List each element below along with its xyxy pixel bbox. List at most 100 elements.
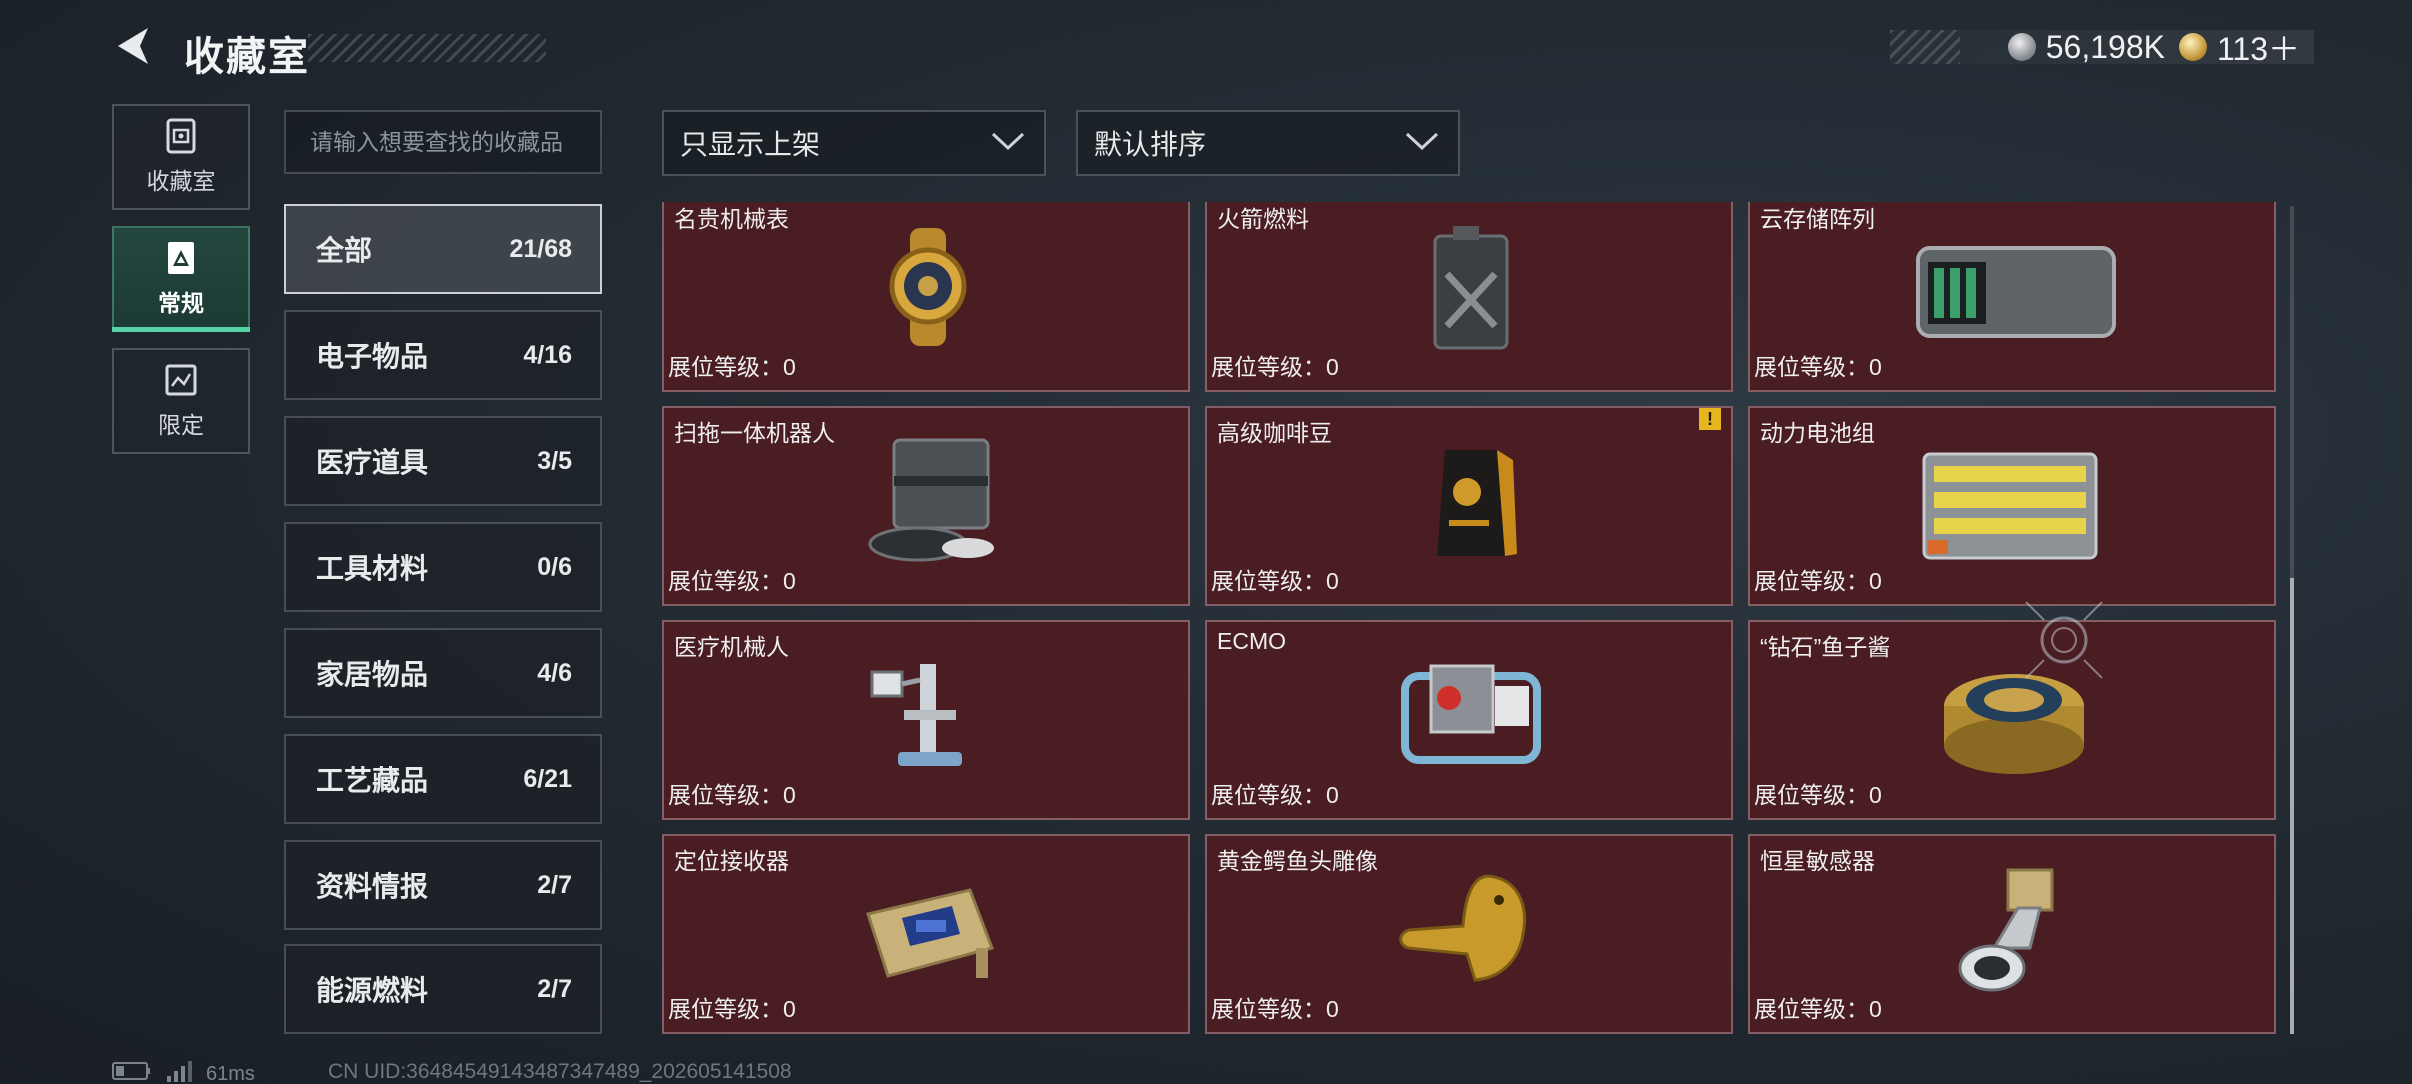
item-card[interactable]: 名贵机械表 展位等级：0 (662, 202, 1190, 392)
battery-pack-icon (1914, 436, 2104, 566)
search-input[interactable] (310, 128, 600, 156)
category-count: 21/68 (509, 234, 572, 263)
chevron-down-icon (1404, 130, 1440, 157)
item-name: 云存储阵列 (1760, 206, 1875, 232)
fuel-canister-icon (1401, 222, 1541, 352)
item-level: 展位等级：0 (1754, 568, 1882, 594)
item-card[interactable]: 黄金鳄鱼头雕像 展位等级：0 (1205, 834, 1733, 1034)
item-card[interactable]: 医疗机械人 展位等级：0 (662, 620, 1190, 820)
item-card[interactable]: 云存储阵列 展位等级：0 (1748, 202, 2276, 392)
item-level: 展位等级：0 (668, 568, 796, 594)
item-card[interactable]: “钻石”鱼子酱 展位等级：0 (1748, 620, 2276, 820)
category-medical[interactable]: 医疗道具 3/5 (284, 416, 602, 506)
category-label: 医疗道具 (316, 447, 429, 478)
availability-filter-value: 只显示上架 (680, 129, 821, 160)
silver-coin-icon (2007, 33, 2036, 61)
collection-card-icon (164, 240, 198, 276)
back-arrow-icon[interactable] (110, 22, 158, 70)
page-title: 收藏室 (184, 35, 310, 79)
search-box[interactable] (284, 110, 602, 174)
item-card[interactable]: 恒星敏感器 展位等级：0 (1748, 834, 2276, 1034)
item-name: 黄金鳄鱼头雕像 (1217, 848, 1378, 874)
crosshair-icon (2016, 592, 2112, 688)
user-uid: CN UID:36484549143487347489_202605141508 (328, 1060, 792, 1083)
category-intel[interactable]: 资料情报 2/7 (284, 840, 602, 930)
robot-vacuum-icon (858, 436, 998, 566)
category-count: 2/7 (537, 870, 572, 899)
item-level: 展位等级：0 (1211, 354, 1339, 380)
ecmo-machine-icon (1391, 650, 1551, 780)
category-label: 家居物品 (316, 659, 429, 690)
item-card[interactable]: ECMO 展位等级：0 (1205, 620, 1733, 820)
item-name: ECMO (1217, 628, 1286, 654)
category-tools[interactable]: 工具材料 0/6 (284, 522, 602, 612)
warning-badge: ! (1699, 408, 1721, 430)
item-card[interactable]: 动力电池组 展位等级：0 (1748, 406, 2276, 606)
item-name: 高级咖啡豆 (1217, 420, 1332, 446)
nav-regular[interactable]: 常规 (112, 226, 250, 332)
display-case-icon (164, 118, 198, 154)
nav-limited[interactable]: 限定 (112, 348, 250, 454)
category-label: 全部 (316, 235, 373, 266)
medical-robot-icon (858, 650, 998, 780)
category-count: 2/7 (537, 974, 572, 1003)
item-level: 展位等级：0 (668, 354, 796, 380)
category-label: 资料情报 (316, 871, 429, 902)
silver-amount: 56,198K (2045, 28, 2165, 65)
category-count: 3/5 (537, 446, 572, 475)
nav-label: 限定 (158, 412, 204, 438)
item-name: 动力电池组 (1760, 420, 1875, 446)
item-card[interactable]: 扫拖一体机器人 展位等级：0 (662, 406, 1190, 606)
coffee-bag-icon (1401, 436, 1541, 566)
item-name: 名贵机械表 (674, 206, 789, 232)
item-name: “钻石”鱼子酱 (1760, 634, 1891, 660)
storage-array-icon (1904, 222, 2124, 352)
item-level: 展位等级：0 (1754, 996, 1882, 1022)
category-electronics[interactable]: 电子物品 4/16 (284, 310, 602, 400)
category-count: 6/21 (523, 764, 572, 793)
category-all[interactable]: 全部 21/68 (284, 204, 602, 294)
signal-icon (166, 1060, 192, 1084)
category-label: 工具材料 (316, 553, 429, 584)
sort-value: 默认排序 (1094, 129, 1207, 160)
battery-icon (112, 1061, 152, 1084)
item-name: 定位接收器 (674, 848, 789, 874)
item-card[interactable]: 高级咖啡豆 ! 展位等级：0 (1205, 406, 1733, 606)
item-level: 展位等级：0 (1754, 782, 1882, 808)
availability-filter-dropdown[interactable]: 只显示上架 (662, 110, 1046, 176)
category-label: 工艺藏品 (316, 765, 429, 796)
item-card[interactable]: 定位接收器 展位等级：0 (662, 834, 1190, 1034)
gold-currency[interactable]: 113＋ (2178, 24, 2300, 70)
gold-crocodile-statue-icon (1391, 864, 1551, 994)
item-name: 恒星敏感器 (1760, 848, 1875, 874)
nav-label: 收藏室 (146, 168, 216, 194)
star-sensor-icon (1944, 864, 2084, 994)
category-crafts[interactable]: 工艺藏品 6/21 (284, 734, 602, 824)
luxury-watch-icon (858, 222, 998, 352)
item-level: 展位等级：0 (1211, 568, 1339, 594)
item-level: 展位等级：0 (1754, 354, 1882, 380)
item-name: 医疗机械人 (674, 634, 789, 660)
category-energy[interactable]: 能源燃料 2/7 (284, 944, 602, 1034)
category-household[interactable]: 家居物品 4/6 (284, 628, 602, 718)
item-level: 展位等级：0 (668, 782, 796, 808)
currency-decoration (1890, 30, 1960, 64)
category-label: 电子物品 (316, 341, 429, 372)
sort-dropdown[interactable]: 默认排序 (1076, 110, 1460, 176)
item-level: 展位等级：0 (668, 996, 796, 1022)
item-level: 展位等级：0 (1211, 996, 1339, 1022)
device-status: 61ms (112, 1060, 255, 1084)
limited-map-icon (164, 362, 198, 398)
gps-receiver-icon (858, 864, 998, 994)
category-count: 4/6 (537, 658, 572, 687)
category-label: 能源燃料 (316, 975, 429, 1006)
grid-scrollbar-thumb[interactable] (2290, 578, 2294, 1034)
item-name: 火箭燃料 (1217, 206, 1309, 232)
silver-currency: 56,198K (2007, 28, 2165, 66)
item-name: 扫拖一体机器人 (674, 420, 835, 446)
item-card[interactable]: 火箭燃料 展位等级：0 (1205, 202, 1733, 392)
nav-collection-room[interactable]: 收藏室 (112, 104, 250, 210)
ping-text: 61ms (206, 1062, 255, 1084)
chevron-down-icon (990, 130, 1026, 157)
category-count: 0/6 (537, 552, 572, 581)
